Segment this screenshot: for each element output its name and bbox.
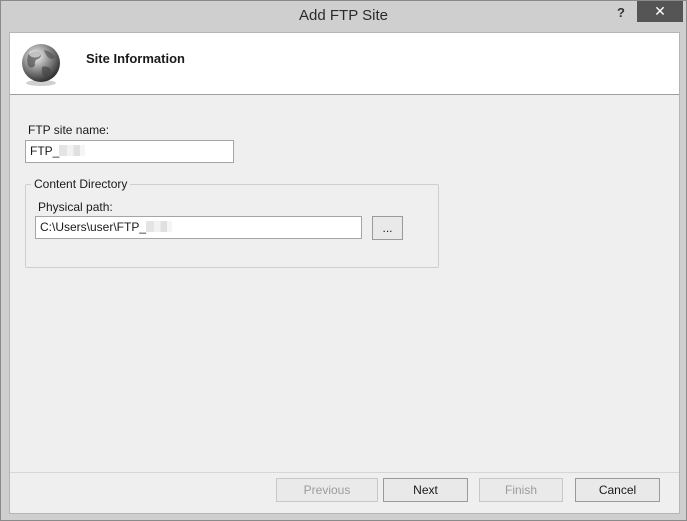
browse-button[interactable]: ... — [372, 216, 403, 240]
window-title: Add FTP Site — [299, 7, 388, 24]
physical-path-label: Physical path: — [38, 200, 113, 214]
redacted-text — [59, 145, 86, 156]
header-title: Site Information — [86, 51, 185, 66]
close-icon: ✕ — [654, 3, 666, 19]
content-directory-label: Content Directory — [31, 177, 131, 191]
cancel-button[interactable]: Cancel — [575, 478, 660, 502]
site-name-label: FTP site name: — [28, 123, 110, 137]
content-directory-group: Content Directory Physical path: C:\User… — [25, 177, 439, 268]
physical-path-input[interactable]: C:\Users\user\FTP_ — [35, 216, 362, 239]
title-bar[interactable]: Add FTP Site ? ✕ — [1, 1, 686, 32]
dialog-content: Site Information FTP site name: FTP_ Con… — [9, 32, 680, 514]
site-name-value: FTP_ — [30, 144, 60, 158]
previous-button[interactable]: Previous — [276, 478, 378, 502]
help-button[interactable]: ? — [606, 3, 636, 23]
redacted-text — [146, 221, 173, 232]
close-button[interactable]: ✕ — [637, 1, 683, 22]
site-name-input[interactable]: FTP_ — [25, 140, 234, 163]
wizard-header: Site Information — [10, 33, 679, 95]
finish-button[interactable]: Finish — [479, 478, 563, 502]
globe-icon — [22, 44, 60, 86]
footer-divider — [10, 472, 679, 473]
next-button[interactable]: Next — [383, 478, 468, 502]
physical-path-value: C:\Users\user\FTP_ — [40, 220, 147, 234]
add-ftp-site-dialog: Add FTP Site ? ✕ Site Information FTP si… — [0, 0, 687, 521]
